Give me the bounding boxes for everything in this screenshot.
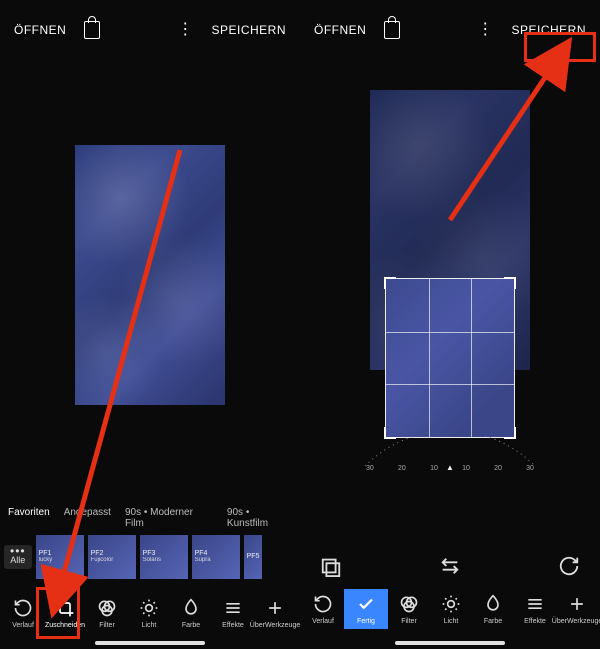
color-icon [180,597,202,619]
crop-handle-tr[interactable] [504,277,516,289]
tool-overlay[interactable]: ÜberWerkzeuge [254,597,296,629]
history-icon [12,597,34,619]
bag-icon[interactable] [82,20,102,40]
effects-icon [524,593,546,615]
tab-90s-modern[interactable]: 90s • Moderner Film [125,507,213,529]
preset-tabs[interactable]: Favoriten Angepasst 90s • Moderner Film … [0,507,300,529]
tab-favoriten[interactable]: Favoriten [8,507,50,529]
plus-icon [264,597,286,619]
home-indicator [395,641,505,645]
tool-history[interactable]: Verlauf [302,593,344,625]
preset-thumb[interactable]: PF2Fujicolor [88,535,136,579]
flip-icon[interactable] [437,553,463,579]
preset-thumb[interactable]: PF4Supra [192,535,240,579]
preset-thumb[interactable]: PF1lucky [36,535,84,579]
tab-90s-kunst[interactable]: 90s • Kunstfilm [227,507,292,529]
dial-pointer-icon: ▲ [446,463,454,472]
color-icon [482,593,504,615]
canvas-area[interactable]: 30 20 10 10 20 30 ▲ [300,60,600,490]
tool-effects[interactable]: Effekte [212,597,254,629]
more-icon[interactable]: ⋮ [475,20,495,40]
light-icon [138,597,160,619]
tool-light[interactable]: Licht [430,593,472,625]
tool-filter[interactable]: Filter [388,593,430,625]
crop-options-row [300,553,600,579]
tool-crop[interactable]: Zuschneiden [44,597,86,629]
filter-icon [398,593,420,615]
bag-icon[interactable] [382,20,402,40]
light-icon [440,593,462,615]
save-button[interactable]: SPEICHERN [207,17,290,43]
toolbar: Verlauf Zuschneiden Filter Licht Farbe E… [0,597,300,629]
tab-angepasst[interactable]: Angepasst [64,507,111,529]
crop-handle-tl[interactable] [384,277,396,289]
crop-icon [54,597,76,619]
tool-filter[interactable]: Filter [86,597,128,629]
tool-done[interactable]: Fertig [344,589,388,629]
canvas-area[interactable] [0,60,300,490]
edit-photo[interactable] [75,145,225,405]
tool-light[interactable]: Licht [128,597,170,629]
open-button[interactable]: ÖFFNEN [10,17,70,43]
tool-effects[interactable]: Effekte [514,593,556,625]
toolbar: Verlauf Fertig Filter Licht Farbe Effekt… [300,589,600,629]
tool-color[interactable]: Farbe [472,593,514,625]
open-button[interactable]: ÖFFNEN [310,17,370,43]
more-icon[interactable]: ⋮ [175,20,195,40]
check-icon [355,593,377,615]
history-icon [312,593,334,615]
preset-thumb[interactable]: PF3Solaris [140,535,188,579]
rotate-icon[interactable] [556,553,582,579]
tool-color[interactable]: Farbe [170,597,212,629]
aspect-icon[interactable] [318,553,344,579]
filter-icon [96,597,118,619]
all-presets-button[interactable]: ••• Alle [4,545,32,570]
save-button[interactable]: SPEICHERN [507,17,590,43]
home-indicator [95,641,205,645]
ellipsis-icon: ••• [10,549,26,554]
plus-icon [566,593,588,615]
tool-overlay[interactable]: ÜberWerkzeuge [556,593,598,625]
preset-thumbs[interactable]: ••• Alle PF1lucky PF2Fujicolor PF3Solari… [0,535,300,579]
effects-icon [222,597,244,619]
rotation-dial[interactable]: 30 20 10 10 20 30 ▲ [360,436,540,472]
crop-overlay[interactable] [385,278,515,438]
tool-history[interactable]: Verlauf [2,597,44,629]
preset-thumb[interactable]: PF5 [244,535,262,579]
